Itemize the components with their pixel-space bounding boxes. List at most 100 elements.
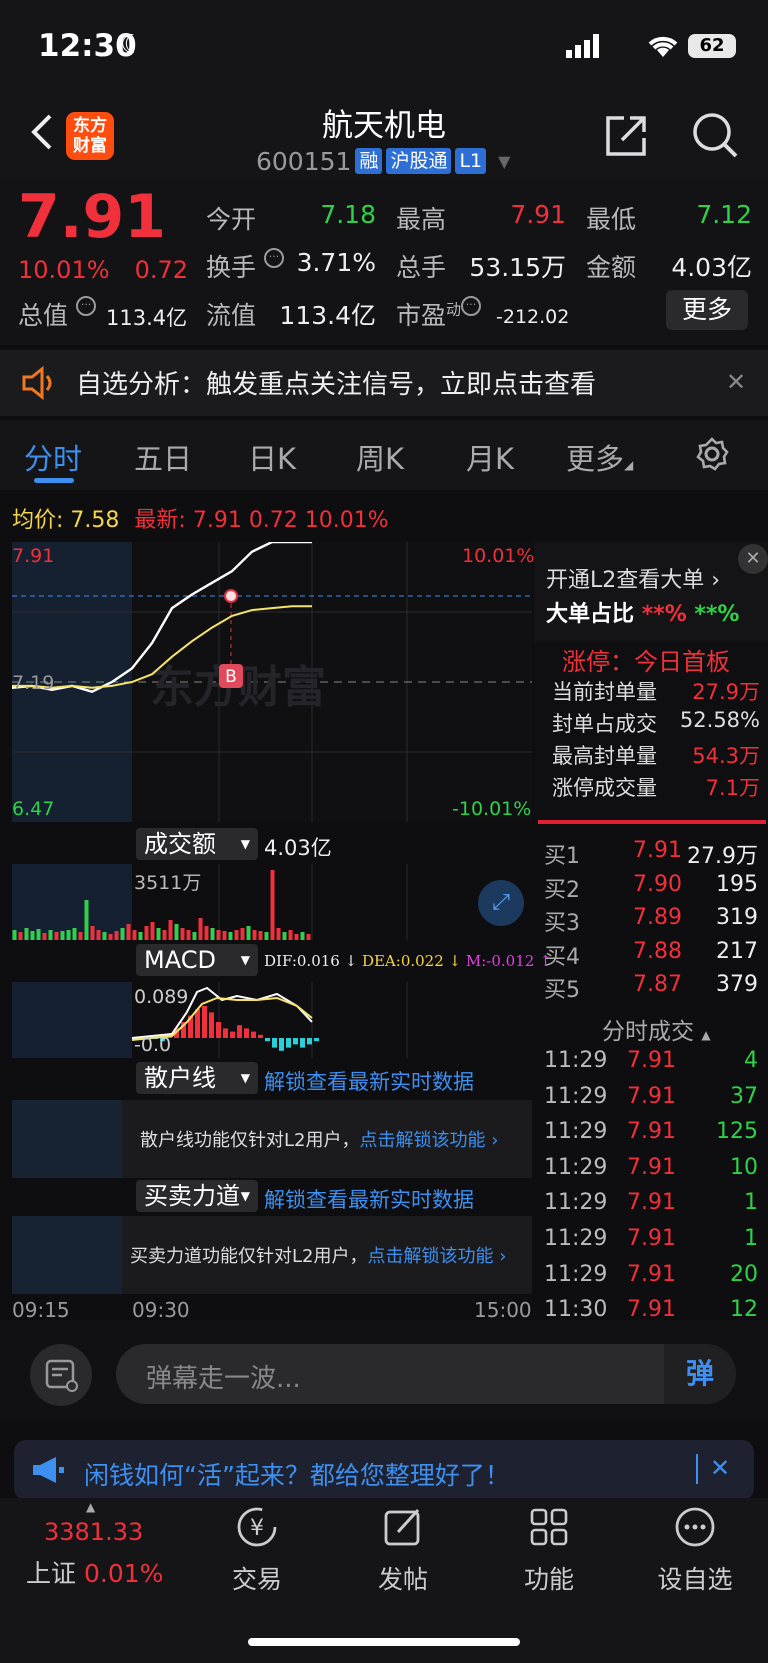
volume-label: 总手 bbox=[396, 253, 447, 282]
latest-price: 7.91 bbox=[192, 508, 242, 533]
volume-bar bbox=[120, 928, 125, 940]
tab-monthly-k[interactable]: 月K bbox=[466, 436, 514, 478]
danmu-toggle-button[interactable]: 弹 bbox=[664, 1344, 736, 1404]
dropdown-icon[interactable]: ▼ bbox=[498, 152, 510, 171]
retail-locked-panel[interactable]: 散户线功能仅针对L2用户，点击解锁该功能 › bbox=[12, 1100, 532, 1178]
up-arrow-icon: ▲ bbox=[86, 1500, 96, 1514]
macd-bar bbox=[258, 1034, 263, 1038]
banner-text[interactable]: 自选分析：触发重点关注信号，立即点击查看 bbox=[76, 364, 596, 401]
volume-bar bbox=[36, 929, 41, 940]
ad-text[interactable]: 闲钱如何“活”起来？都给您整理好了！ bbox=[84, 1456, 510, 1492]
tag-margin: 融 bbox=[355, 148, 383, 174]
macd-bar bbox=[272, 1038, 277, 1048]
bid-price: 7.88 bbox=[633, 938, 682, 964]
unlock-link[interactable]: 点击解锁该功能 bbox=[359, 1130, 485, 1151]
volume-bar bbox=[156, 928, 161, 940]
limit-stat-value: 52.58% bbox=[679, 708, 760, 732]
tab-functions[interactable]: 功能 bbox=[494, 1504, 604, 1596]
volume-bar bbox=[300, 932, 305, 940]
stock-code-row[interactable]: 600151 融 沪股通 L1 ▼ bbox=[256, 146, 510, 176]
macd-bar bbox=[216, 1022, 221, 1038]
retail-selector[interactable]: 散户线 ▼ bbox=[136, 1062, 258, 1094]
close-icon[interactable]: ✕ bbox=[710, 1454, 730, 1482]
low-label: 最低 bbox=[586, 205, 637, 234]
more-button[interactable]: 更多 bbox=[666, 290, 748, 330]
ticks-title[interactable]: 分时成交 ▲ bbox=[602, 1012, 711, 1046]
danmu-input[interactable]: 弹幕走一波... 弹 bbox=[116, 1344, 736, 1404]
index-item[interactable]: 上证 0.01% bbox=[26, 1554, 163, 1590]
volume-bar bbox=[168, 920, 173, 940]
volume-bar bbox=[294, 934, 299, 940]
tick-price: 7.91 bbox=[627, 1048, 676, 1073]
tab-add-watchlist[interactable]: 设自选 bbox=[640, 1504, 750, 1596]
info-icon[interactable]: ··· bbox=[75, 296, 96, 316]
macd-top: 0.089 bbox=[134, 986, 189, 1008]
limit-stat-label: 当前封单量 bbox=[552, 680, 657, 704]
macd-bar bbox=[314, 1038, 319, 1042]
amount-label: 金额 bbox=[586, 253, 637, 282]
tab-five-day[interactable]: 五日 bbox=[134, 436, 192, 478]
price-chart-svg[interactable]: 东方财富 B bbox=[12, 542, 532, 822]
danmu-settings-icon[interactable] bbox=[30, 1344, 92, 1406]
volume-bar bbox=[210, 928, 215, 940]
open-label: 今开 bbox=[206, 205, 257, 234]
volume-bar bbox=[84, 900, 89, 940]
close-icon[interactable]: ✕ bbox=[726, 368, 746, 396]
big-order-ratio: 大单占比 **% **% bbox=[546, 602, 740, 627]
mktcap-value: 113.4亿 bbox=[106, 306, 188, 330]
macd-selector[interactable]: MACD ▼ bbox=[136, 944, 258, 976]
share-icon[interactable] bbox=[602, 112, 650, 160]
macd-bar bbox=[251, 1031, 256, 1038]
bid-volume: 27.9万 bbox=[687, 844, 758, 869]
tick-time: 11:29 bbox=[544, 1083, 608, 1109]
retail-unlock-link[interactable]: 解锁查看最新实时数据 bbox=[264, 1066, 474, 1096]
volume-bar bbox=[240, 928, 245, 940]
time-tick-close: 15:00 bbox=[474, 1298, 532, 1322]
bid-price: 7.87 bbox=[633, 972, 682, 997]
search-icon[interactable] bbox=[690, 110, 740, 160]
volume-bar bbox=[228, 932, 233, 940]
tab-more[interactable]: 更多◢ bbox=[566, 436, 633, 478]
volume-bar bbox=[96, 930, 101, 940]
time-tick-open: 09:30 bbox=[132, 1298, 190, 1322]
change-percent: 10.01% bbox=[18, 256, 110, 284]
pe-label[interactable]: 市盈动 ··· bbox=[396, 296, 482, 332]
price-ref: 7.19 bbox=[12, 672, 55, 694]
info-icon[interactable]: ··· bbox=[461, 296, 482, 316]
volume-bar bbox=[90, 926, 95, 940]
volume-selector[interactable]: 成交额 ▼ bbox=[136, 828, 258, 860]
close-icon[interactable]: ✕ bbox=[738, 544, 768, 574]
tab-post[interactable]: 发帖 bbox=[348, 1504, 458, 1596]
mktcap-label[interactable]: 总值 ··· bbox=[18, 296, 96, 332]
tick-price: 7.91 bbox=[627, 1297, 676, 1323]
current-price: 7.91 bbox=[18, 182, 167, 252]
edit-icon bbox=[384, 1508, 420, 1546]
macd-bar bbox=[230, 1031, 235, 1038]
force-unlock-link[interactable]: 解锁查看最新实时数据 bbox=[264, 1184, 474, 1214]
force-selector[interactable]: 买卖力道 ▼ bbox=[136, 1180, 258, 1212]
tab-weekly-k[interactable]: 周K bbox=[356, 436, 404, 478]
tab-trade[interactable]: ¥ 交易 bbox=[202, 1504, 312, 1596]
battery-icon: 62 bbox=[688, 34, 736, 58]
macd-bar bbox=[202, 1006, 207, 1038]
tick-price: 7.91 bbox=[627, 1154, 676, 1180]
index-value[interactable]: 3381.33 bbox=[44, 1518, 143, 1546]
turnover-label[interactable]: 换手 ··· bbox=[206, 248, 284, 284]
fullscreen-icon[interactable]: ⤢ bbox=[478, 880, 524, 926]
l2-link[interactable]: 开通L2查看大单 › bbox=[546, 562, 720, 594]
tick-time: 11:29 bbox=[544, 1119, 608, 1145]
macd-bar bbox=[300, 1038, 305, 1048]
tab-daily-k[interactable]: 日K bbox=[248, 436, 296, 478]
float-label: 流值 bbox=[206, 301, 257, 330]
tick-price: 7.91 bbox=[627, 1261, 676, 1287]
tick-time: 11:29 bbox=[544, 1048, 608, 1073]
home-indicator bbox=[248, 1638, 520, 1646]
info-icon[interactable]: ··· bbox=[263, 248, 284, 268]
force-locked-panel[interactable]: 买卖力道功能仅针对L2用户，点击解锁该功能 › bbox=[12, 1216, 532, 1294]
unlock-link[interactable]: 点击解锁该功能 bbox=[367, 1246, 493, 1267]
volume-max: 3511万 bbox=[134, 872, 202, 894]
tab-intraday[interactable]: 分时 bbox=[24, 436, 82, 478]
settings-icon[interactable] bbox=[694, 436, 730, 472]
crosshair-point bbox=[224, 589, 238, 603]
volume-bar bbox=[78, 932, 83, 940]
